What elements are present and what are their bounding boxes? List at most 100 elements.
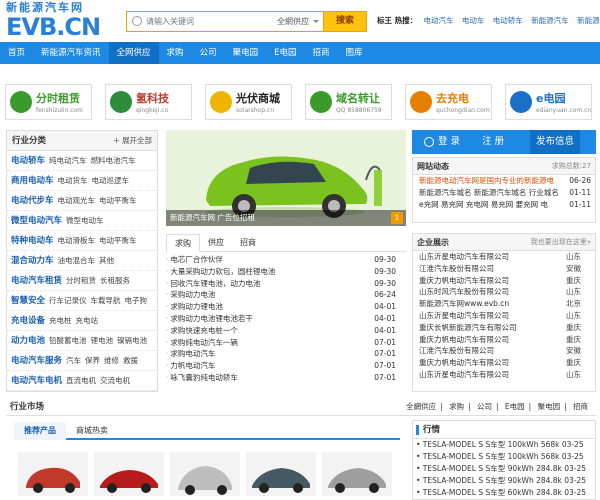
tab-supply[interactable]: 供应 bbox=[200, 234, 232, 252]
nav-buy[interactable]: 求购 bbox=[159, 42, 192, 64]
category-main[interactable]: 充电设备 bbox=[11, 316, 45, 326]
nav-company[interactable]: 公司 bbox=[192, 42, 225, 64]
nav-supply[interactable]: 全网供应 bbox=[108, 42, 159, 64]
category-sub[interactable]: 汽车 bbox=[66, 356, 81, 365]
hot-search-link[interactable]: 新能源 bbox=[577, 16, 600, 25]
category-sub[interactable]: 长租服务 bbox=[100, 276, 130, 285]
product-card[interactable] bbox=[322, 452, 392, 496]
tab-invest[interactable]: 招商 bbox=[232, 234, 264, 252]
market-link[interactable]: 求购 bbox=[449, 402, 464, 411]
market-link[interactable]: 聚电园 bbox=[538, 402, 561, 411]
category-sub[interactable]: 镍镉电池 bbox=[117, 336, 147, 345]
list-item[interactable]: 求购动力电池锂电池若干 04-01 bbox=[166, 313, 406, 325]
category-sub[interactable]: 电动滑板车 bbox=[58, 236, 96, 245]
partner-logo[interactable]: e电园 edianyuan.com.cn bbox=[505, 84, 592, 120]
nav-edianyuan[interactable]: E电园 bbox=[266, 42, 304, 64]
ad-banner[interactable]: 新能源汽车网 广告位招租 1 bbox=[166, 130, 406, 226]
category-sub[interactable]: 电动平衡车 bbox=[99, 196, 137, 205]
register-button[interactable]: 注 册 bbox=[482, 130, 504, 154]
category-main[interactable]: 特种电动车 bbox=[11, 236, 54, 246]
category-main[interactable]: 电动汽车服务 bbox=[11, 356, 62, 366]
banner-pager[interactable]: 1 bbox=[391, 212, 403, 224]
company-row[interactable]: 重庆力帆电动汽车有限公司 重庆 bbox=[413, 275, 595, 287]
category-main[interactable]: 混合动力车 bbox=[11, 256, 54, 266]
company-row[interactable]: 江淮汽车股份有限公司 安徽 bbox=[413, 263, 595, 275]
partner-logo[interactable]: 光伏商城 solarshop.cn bbox=[205, 84, 292, 120]
list-item[interactable]: 求购动力锂电池 04-01 bbox=[166, 301, 406, 313]
partner-logo[interactable]: 域名转让 QQ 858806759 bbox=[305, 84, 392, 120]
category-sub[interactable]: 电子狗 bbox=[125, 296, 148, 305]
category-sub[interactable]: 电动巡逻车 bbox=[92, 176, 130, 185]
product-card[interactable] bbox=[94, 452, 164, 496]
category-sub[interactable]: 分时租赁 bbox=[66, 276, 96, 285]
hot-search-link[interactable]: 电动汽车 bbox=[424, 16, 454, 25]
list-item[interactable]: 求购纯电动汽车一辆 07-01 bbox=[166, 337, 406, 349]
category-main[interactable]: 微型电动汽车 bbox=[11, 216, 62, 226]
category-sub[interactable]: 保养 bbox=[85, 356, 100, 365]
market-link[interactable]: E电园 bbox=[505, 402, 525, 411]
login-button[interactable]: 登 录 bbox=[438, 130, 460, 154]
category-sub[interactable]: 充电站 bbox=[76, 316, 99, 325]
category-sub[interactable]: 行车记录仪 bbox=[49, 296, 87, 305]
list-item[interactable]: 电芯厂合作伙伴 09-30 bbox=[166, 254, 406, 266]
category-main[interactable]: 电动轿车 bbox=[11, 156, 45, 166]
dynamics-item[interactable]: 新能源电动汽车网是国内专业的新能源电 06-26 bbox=[413, 175, 595, 187]
category-main[interactable]: 电动汽车租赁 bbox=[11, 276, 62, 286]
search-button[interactable]: 搜索 bbox=[323, 11, 367, 32]
category-sub[interactable]: 救援 bbox=[123, 356, 138, 365]
list-item[interactable]: 咏飞囊豹纯电动轿车 07-01 bbox=[166, 372, 406, 384]
nav-home[interactable]: 首页 bbox=[0, 42, 33, 64]
quote-row[interactable]: • TESLA-MODEL S S车型 100kWh 568k 03-25 bbox=[413, 439, 595, 451]
hot-search-link[interactable]: 电动轿车 bbox=[493, 16, 523, 25]
join-link[interactable]: 我也要出现在这里» bbox=[531, 234, 591, 251]
category-sub[interactable]: 电动观光车 bbox=[58, 196, 96, 205]
company-row[interactable]: 山东沂星电动汽车有限公司 山东 bbox=[413, 310, 595, 322]
category-sub[interactable]: 其他 bbox=[99, 256, 114, 265]
market-link[interactable]: 招商 bbox=[573, 402, 588, 411]
hot-search-link[interactable]: 电动车 bbox=[462, 16, 485, 25]
tab-recommended[interactable]: 推荐产品 bbox=[14, 422, 66, 440]
expand-all-link[interactable]: + 展开全部 bbox=[113, 131, 152, 151]
category-sub[interactable]: 油电混合车 bbox=[58, 256, 96, 265]
list-item[interactable]: 力帆电动汽车 07-01 bbox=[166, 360, 406, 372]
company-row[interactable]: 山东沂星电动汽车有限公司 山东 bbox=[413, 369, 595, 381]
company-row[interactable]: 山东时风汽车股份有限公司 山东 bbox=[413, 286, 595, 298]
list-item[interactable]: 大量采购动力软包，圆柱锂电池 09-30 bbox=[166, 266, 406, 278]
category-sub[interactable]: 纯电动汽车 bbox=[49, 156, 87, 165]
company-row[interactable]: 山东沂星电动汽车有限公司 山东 bbox=[413, 251, 595, 263]
tab-hot-sale[interactable]: 商城热卖 bbox=[66, 422, 118, 440]
company-row[interactable]: 新能源汽车网www.evb.cn 北京 bbox=[413, 298, 595, 310]
category-main[interactable]: 动力电池 bbox=[11, 336, 45, 346]
tab-buy[interactable]: 求购 bbox=[166, 234, 200, 252]
partner-logo[interactable]: 去充电 quchongdian.com bbox=[405, 84, 492, 120]
hot-search-link[interactable]: 新能源汽车 bbox=[531, 16, 569, 25]
search-input[interactable] bbox=[146, 14, 276, 29]
partner-logo[interactable]: 分时租赁 fenshizulin.com bbox=[5, 84, 92, 120]
category-sub[interactable]: 锂电池 bbox=[91, 336, 114, 345]
category-sub[interactable]: 燃料电池汽车 bbox=[91, 156, 136, 165]
category-sub[interactable]: 直流电机 bbox=[66, 376, 96, 385]
category-sub[interactable]: 车载导航 bbox=[91, 296, 121, 305]
market-link[interactable]: 公司 bbox=[477, 402, 492, 411]
nav-gallery[interactable]: 图库 bbox=[337, 42, 370, 64]
company-row[interactable]: 重庆长帆新能源汽车有限公司 重庆 bbox=[413, 322, 595, 334]
search-scope-select[interactable]: 全網供应 bbox=[277, 16, 321, 29]
category-sub[interactable]: 充电桩 bbox=[49, 316, 72, 325]
company-row[interactable]: 江淮汽车股份有限公司 安徽 bbox=[413, 345, 595, 357]
category-sub[interactable]: 微型电动车 bbox=[66, 216, 104, 225]
dynamics-item[interactable]: 新能源汽车城名 新能源汽车城名 行业城名 01-11 bbox=[413, 187, 595, 199]
site-logo[interactable]: 新能源汽车网 EVB.CN bbox=[6, 2, 114, 41]
product-card[interactable] bbox=[170, 452, 240, 496]
partner-logo[interactable]: 氢科技 qingkeji.cn bbox=[105, 84, 192, 120]
category-sub[interactable]: 交流电机 bbox=[100, 376, 130, 385]
category-sub[interactable]: 电动平衡车 bbox=[99, 236, 137, 245]
dynamics-item[interactable]: e充网 易充网 充电网 易充网 要充网 电 01-11 bbox=[413, 199, 595, 211]
quote-row[interactable]: • TESLA-MODEL S S车型 90kWh 284.8k 03-25 bbox=[413, 463, 595, 475]
list-item[interactable]: 求购快速充电桩一个 04-01 bbox=[166, 325, 406, 337]
quote-row[interactable]: • TESLA-MODEL S S车型 100kWh 568k 03-25 bbox=[413, 451, 595, 463]
nav-judianyuan[interactable]: 聚电园 bbox=[225, 42, 267, 64]
company-row[interactable]: 重庆力帆电动汽车有限公司 重庆 bbox=[413, 357, 595, 369]
nav-news[interactable]: 新能源汽车资讯 bbox=[33, 42, 109, 64]
quote-row[interactable]: • TESLA-MODEL S S车型 90kWh 284.8k 03-25 bbox=[413, 475, 595, 487]
list-item[interactable]: 采购动力电池 06-24 bbox=[166, 289, 406, 301]
